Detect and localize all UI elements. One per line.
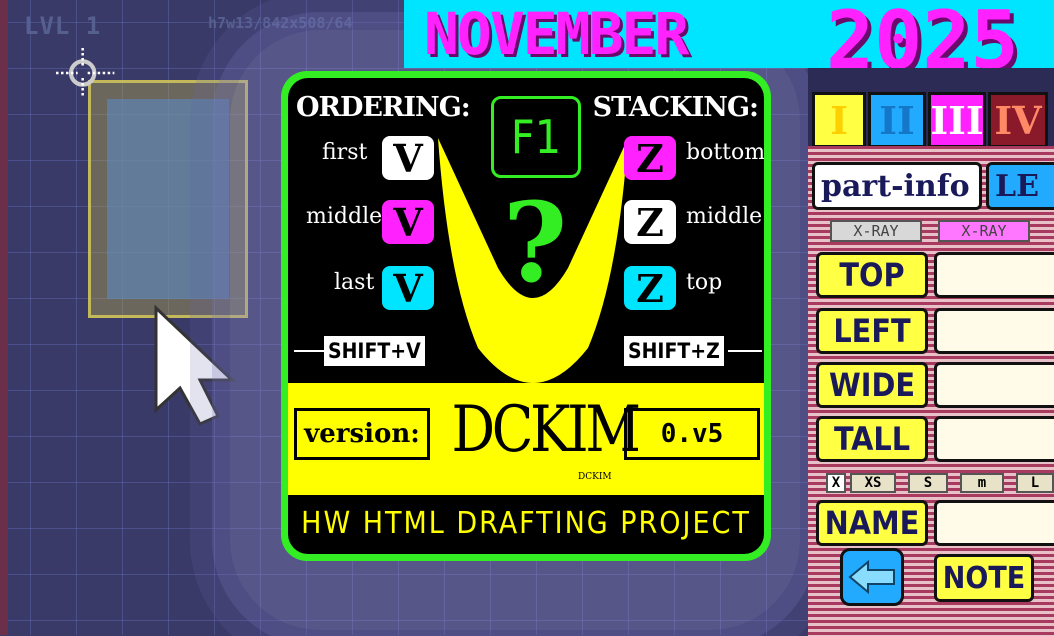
tall-label: TALL — [816, 416, 928, 462]
tab-le[interactable]: LE — [986, 162, 1054, 210]
version-label: version: — [294, 408, 430, 460]
wide-input[interactable] — [934, 362, 1054, 408]
level-label: LVL 1 — [24, 12, 102, 40]
version-value: 0.v5 — [624, 408, 760, 460]
stacking-label-middle: middle — [686, 204, 763, 229]
tab-iii[interactable]: III — [928, 92, 986, 148]
ordering-key-first: V — [382, 136, 434, 181]
ordering-label-last: last — [334, 270, 375, 295]
size-xs-button[interactable]: XS — [850, 473, 896, 493]
help-dialog-body: ORDERING: STACKING: F1 ? first V middle … — [288, 78, 764, 554]
shift-v-arrow-icon — [294, 350, 328, 352]
banner-month: NOVEMBER — [424, 0, 689, 68]
ordering-title: ORDERING: — [296, 92, 471, 123]
left-arrow-icon — [848, 560, 895, 594]
help-dialog[interactable]: ORDERING: STACKING: F1 ? first V middle … — [281, 71, 771, 561]
help-question-mark: ? — [502, 178, 568, 307]
back-arrow-button[interactable] — [840, 548, 904, 606]
tab-part-info[interactable]: part-info — [812, 162, 982, 210]
top-input[interactable] — [934, 252, 1054, 298]
crosshair-icon — [56, 48, 115, 98]
ordering-key-middle: V — [382, 200, 434, 245]
date-banner: NOVEMBER 2025 — [404, 0, 1054, 87]
f1-key-badge: F1 — [491, 96, 581, 178]
note-button[interactable]: NOTE — [934, 554, 1034, 602]
properties-panel: I II III IV part-info LE X-RAY X-RAY TOP… — [808, 68, 1054, 636]
selected-part[interactable] — [88, 80, 248, 318]
ordering-shortcut: SHIFT+V — [324, 336, 425, 366]
shift-z-arrow-icon — [728, 350, 762, 352]
xray-toggle-1[interactable]: X-RAY — [830, 220, 922, 242]
stacking-shortcut: SHIFT+Z — [624, 336, 724, 366]
stacking-label-bottom: bottom — [686, 140, 764, 165]
mouse-pointer-icon — [154, 304, 236, 426]
selected-part-inner — [107, 99, 229, 299]
left-input[interactable] — [934, 308, 1054, 354]
project-title: HW HTML DRAFTING PROJECT — [301, 506, 751, 541]
name-label: NAME — [816, 500, 928, 546]
brand-small-logo: DCKIM — [578, 472, 612, 482]
size-checkbox[interactable]: X — [826, 473, 846, 493]
top-label: TOP — [816, 252, 928, 298]
stacking-key-middle: Z — [624, 200, 676, 245]
stacking-key-top: Z — [624, 266, 676, 311]
stacking-title: STACKING: — [592, 92, 759, 123]
tab-i[interactable]: I — [812, 92, 866, 148]
stacking-label-top: top — [686, 270, 723, 295]
ordering-label-middle: middle — [306, 204, 383, 229]
left-label: LEFT — [816, 308, 928, 354]
wide-label: WIDE — [816, 362, 928, 408]
xray-toggle-2[interactable]: X-RAY — [938, 220, 1030, 242]
tab-iv[interactable]: IV — [988, 92, 1048, 148]
name-input[interactable] — [934, 500, 1054, 546]
size-m-button[interactable]: m — [960, 473, 1004, 493]
ordering-key-last: V — [382, 266, 434, 311]
size-s-button[interactable]: S — [908, 473, 948, 493]
stacking-key-bottom: Z — [624, 136, 676, 181]
size-l-button[interactable]: L — [1016, 473, 1054, 493]
ordering-label-first: first — [322, 140, 368, 165]
tab-ii[interactable]: II — [868, 92, 926, 148]
brand-logo: DCKIM — [451, 393, 641, 467]
tall-input[interactable] — [934, 416, 1054, 462]
